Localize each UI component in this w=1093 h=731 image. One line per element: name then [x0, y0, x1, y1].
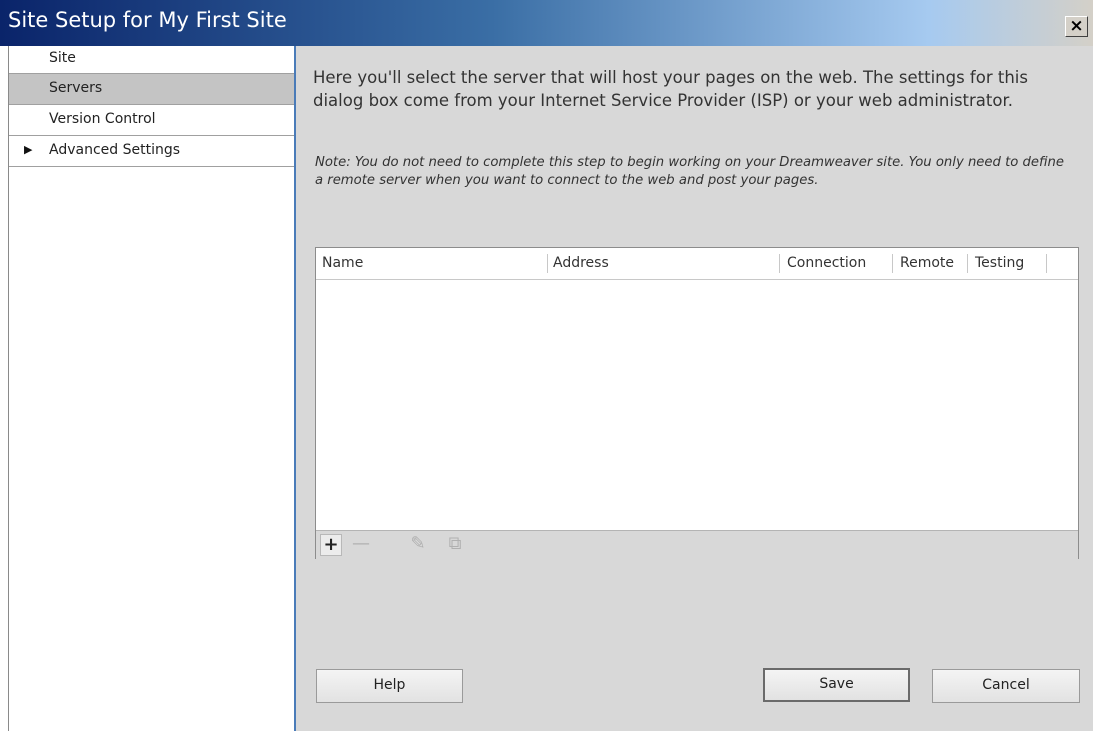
- help-button[interactable]: Help: [316, 669, 463, 703]
- server-list-toolbar: + — ✎ ⧉: [316, 530, 1078, 559]
- column-separator[interactable]: [1046, 254, 1047, 273]
- plus-icon[interactable]: +: [320, 534, 342, 556]
- sidebar-item-label: Advanced Settings: [49, 142, 181, 158]
- column-header-remote[interactable]: Remote: [900, 248, 954, 279]
- column-separator[interactable]: [967, 254, 968, 273]
- duplicate-icon[interactable]: ⧉: [444, 534, 466, 556]
- window-title: Site Setup for My First Site: [8, 8, 287, 32]
- column-header-name[interactable]: Name: [322, 248, 363, 279]
- column-separator[interactable]: [547, 254, 548, 273]
- sidebar-item-label: Servers: [49, 80, 103, 96]
- sidebar-item-label: Site: [49, 50, 76, 66]
- column-header-address[interactable]: Address: [553, 248, 609, 279]
- title-bar: Site Setup for My First Site ×: [0, 0, 1093, 46]
- column-separator[interactable]: [779, 254, 780, 273]
- cancel-button[interactable]: Cancel: [932, 669, 1080, 703]
- minus-icon[interactable]: —: [350, 534, 372, 556]
- sidebar-item-advanced-settings[interactable]: ▶ Advanced Settings: [9, 136, 295, 167]
- category-sidebar: Site Servers Version Control ▶ Advanced …: [8, 46, 295, 731]
- sidebar-item-version-control[interactable]: Version Control: [9, 105, 295, 136]
- intro-text: Here you'll select the server that will …: [313, 68, 1028, 110]
- save-button[interactable]: Save: [763, 668, 910, 702]
- column-header-connection[interactable]: Connection: [787, 248, 866, 279]
- table-header: Name Address Connection Remote Testing: [316, 248, 1078, 280]
- sidebar-item-site[interactable]: Site: [9, 46, 295, 74]
- sidebar-item-label: Version Control: [49, 111, 156, 127]
- sidebar-item-servers[interactable]: Servers: [9, 74, 295, 105]
- server-list[interactable]: [316, 280, 1078, 530]
- column-header-testing[interactable]: Testing: [975, 248, 1024, 279]
- triangle-right-icon[interactable]: ▶: [24, 136, 32, 164]
- servers-panel: Here you'll select the server that will …: [296, 46, 1093, 731]
- servers-table: Name Address Connection Remote Testing +…: [315, 247, 1079, 559]
- close-button[interactable]: ×: [1065, 16, 1088, 37]
- pencil-icon[interactable]: ✎: [407, 534, 429, 556]
- column-separator[interactable]: [892, 254, 893, 273]
- note-text: Note: You do not need to complete this s…: [315, 155, 1064, 188]
